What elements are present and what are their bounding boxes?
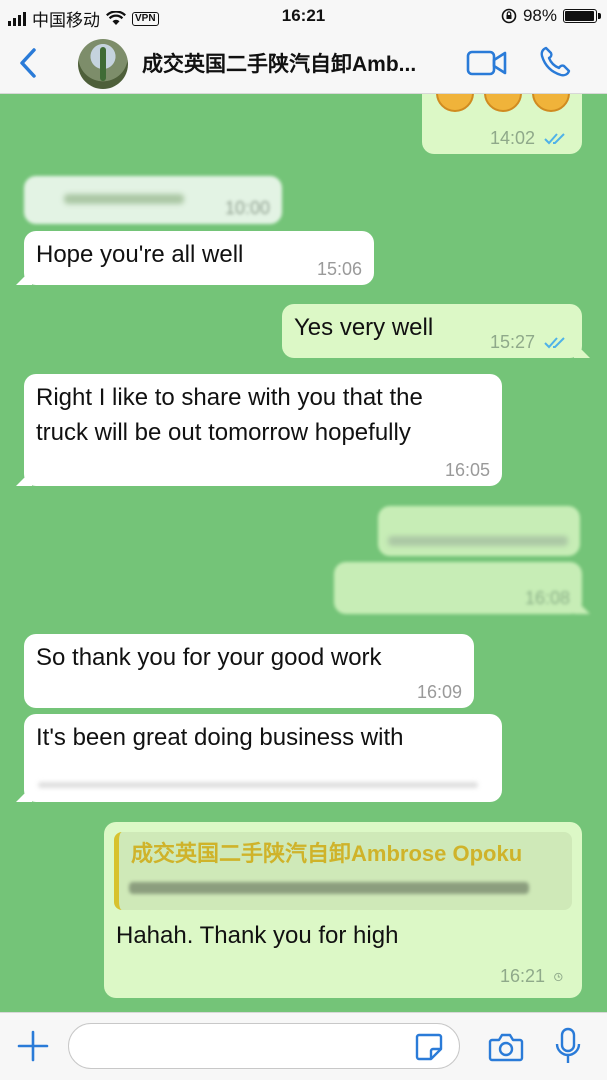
emoji-icon — [532, 94, 570, 112]
message-text: So thank you for your good work — [36, 644, 382, 671]
phone-icon[interactable] — [538, 45, 572, 79]
message-incoming[interactable]: Right I like to share with you that the … — [24, 374, 502, 486]
message-incoming[interactable]: So thank you for your good work 16:09 — [24, 634, 474, 708]
message-outgoing-blurred[interactable] — [378, 506, 580, 556]
message-outgoing-reply[interactable]: 成交英国二手陕汽自卸Ambrose Opoku Hahah. Thank you… — [104, 822, 582, 998]
avatar[interactable] — [78, 39, 128, 89]
message-input[interactable] — [68, 1023, 460, 1069]
pending-clock-icon — [554, 973, 563, 982]
contact-name[interactable]: 成交英国二手陕汽自卸Amb... — [142, 48, 452, 78]
emoji-icon — [436, 94, 474, 112]
message-outgoing-emoji[interactable]: 14:02 — [422, 94, 582, 154]
message-incoming-blurred[interactable]: 10:00 — [24, 176, 282, 224]
battery-percent: 98% — [522, 6, 557, 25]
chat-header: 成交英国二手陕汽自卸Amb... — [0, 32, 607, 94]
composer-bar — [0, 1012, 607, 1080]
message-time: 16:08 — [524, 588, 570, 608]
microphone-icon[interactable] — [553, 1027, 583, 1065]
message-text: It's been great doing business with — [36, 724, 404, 751]
message-time: 16:09 — [416, 682, 462, 702]
quoted-message[interactable]: 成交英国二手陕汽自卸Ambrose Opoku — [114, 832, 572, 910]
message-text-line: Right I like to share with you that the — [36, 384, 423, 411]
message-text: Hahah. Thank you for high — [116, 922, 399, 949]
orientation-lock-icon — [501, 8, 517, 24]
message-time: 15:27 — [489, 332, 535, 352]
back-icon[interactable] — [14, 46, 44, 80]
emoji-icon — [484, 94, 522, 112]
sticker-icon[interactable] — [414, 1032, 444, 1062]
read-receipt-icon — [544, 337, 565, 349]
message-outgoing-blurred[interactable]: 16:08 — [334, 562, 582, 614]
message-time: 15:06 — [316, 259, 362, 279]
camera-icon[interactable] — [488, 1031, 524, 1063]
message-text: Yes very well — [294, 314, 434, 341]
battery-icon — [563, 9, 601, 23]
message-text: Hope you're all well — [36, 241, 244, 268]
message-time: 16:21 — [499, 966, 545, 986]
message-incoming[interactable]: Hope you're all well 15:06 — [24, 231, 374, 285]
message-text-line: truck will be out tomorrow hopefully — [36, 419, 411, 446]
message-time: 14:02 — [489, 128, 535, 148]
message-time: 10:00 — [224, 198, 270, 218]
quoted-sender: 成交英国二手陕汽自卸Ambrose Opoku — [131, 841, 523, 866]
video-call-icon[interactable] — [466, 47, 508, 79]
status-bar: 中国移动 VPN 16:21 98% — [0, 0, 607, 32]
battery-level — [565, 11, 595, 21]
message-incoming[interactable]: It's been great doing business with — [24, 714, 502, 802]
message-list[interactable]: 14:02 10:00 Hope you're all well 15:06 Y… — [0, 94, 607, 1012]
message-outgoing[interactable]: Yes very well 15:27 — [282, 304, 582, 358]
plus-icon[interactable] — [16, 1029, 50, 1063]
read-receipt-icon — [544, 133, 565, 145]
message-time: 16:05 — [444, 460, 490, 480]
